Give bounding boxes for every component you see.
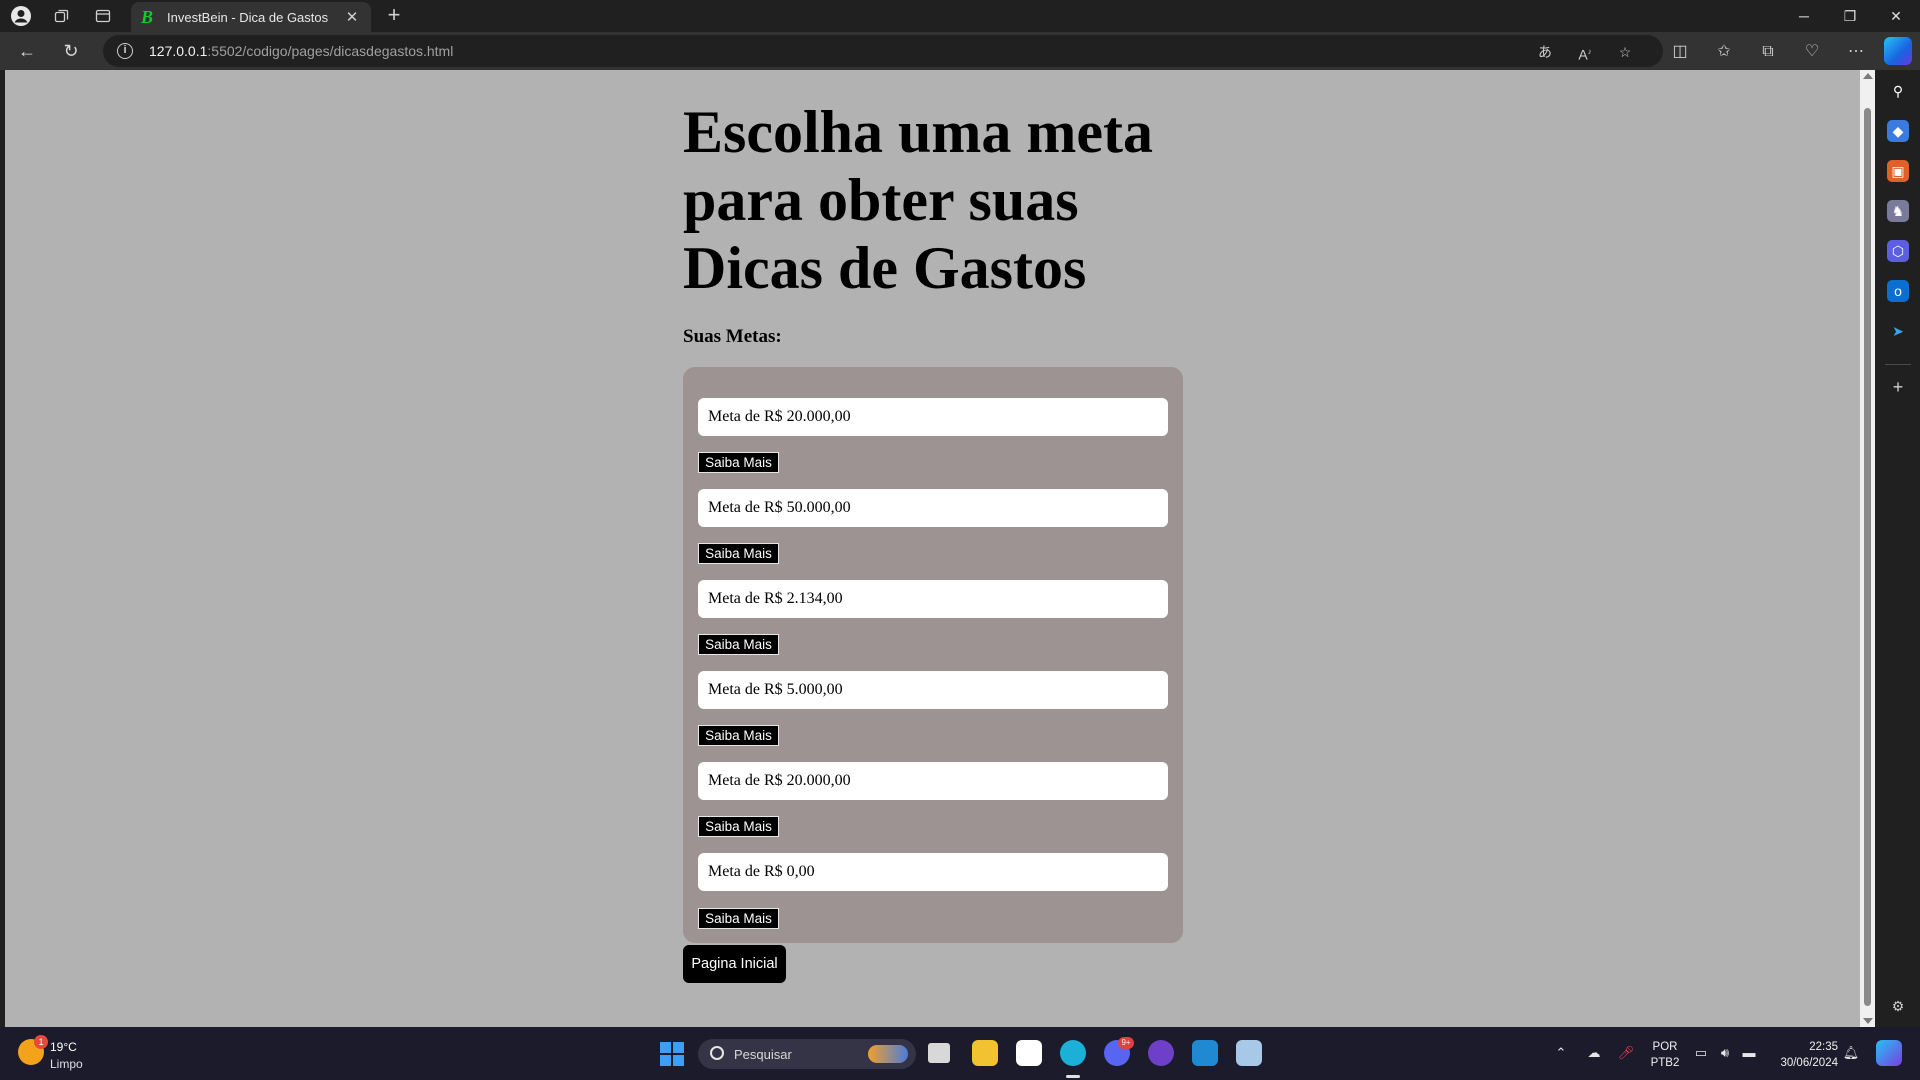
- search-icon: [710, 1046, 724, 1060]
- saiba-mais-button[interactable]: Saiba Mais: [698, 634, 779, 655]
- saiba-mais-button[interactable]: Saiba Mais: [698, 543, 779, 564]
- minimize-button[interactable]: ─: [1781, 0, 1827, 32]
- translate-icon[interactable]: あ: [1535, 42, 1555, 62]
- page-viewport: Escolha uma meta para obter suas Dicas d…: [5, 70, 1860, 1027]
- windows-taskbar: 1 19°C Limpo Pesquisar 9+ ⌃ ☁ 🎤︎ POR PTB…: [0, 1027, 1920, 1080]
- tab-title: InvestBein - Dica de Gastos: [167, 9, 329, 25]
- copilot-taskbar-icon[interactable]: [1876, 1040, 1902, 1066]
- goal-item: Meta de R$ 50.000,00: [698, 489, 1168, 527]
- games-icon[interactable]: ♞: [1887, 200, 1909, 222]
- shopping-tag-icon[interactable]: ◆: [1887, 120, 1909, 142]
- copilot-sidebar-icon[interactable]: ⬡: [1887, 240, 1909, 262]
- settings-more-icon[interactable]: ⋯: [1844, 41, 1868, 63]
- scroll-down-arrow-icon[interactable]: [1863, 1018, 1873, 1024]
- tab-actions-icon[interactable]: [91, 4, 115, 28]
- back-button[interactable]: ←: [14, 38, 40, 64]
- url-path: :5502/codigo/pages/dicasdegastos.html: [207, 43, 454, 59]
- workspaces-icon[interactable]: [50, 4, 74, 28]
- investbein-favicon-icon: B: [141, 7, 154, 27]
- github-icon[interactable]: [1148, 1040, 1174, 1066]
- page-title: Escolha uma meta para obter suas Dicas d…: [683, 99, 1153, 301]
- volume-icon[interactable]: 🔊︎: [1716, 1044, 1734, 1062]
- discord-badge: 9+: [1118, 1037, 1134, 1049]
- notepad-icon[interactable]: [1236, 1040, 1262, 1066]
- url-text: 127.0.0.1:5502/codigo/pages/dicasdegasto…: [149, 43, 453, 59]
- battery-icon[interactable]: ▬: [1740, 1044, 1758, 1062]
- url-host: 127.0.0.1: [149, 43, 208, 59]
- onedrive-off-icon[interactable]: ☁: [1585, 1044, 1603, 1062]
- edge-browser-icon[interactable]: [1060, 1040, 1086, 1066]
- language-code[interactable]: POR: [1650, 1041, 1680, 1053]
- taskbar-search[interactable]: Pesquisar: [698, 1039, 916, 1069]
- saiba-mais-button[interactable]: Saiba Mais: [698, 452, 779, 473]
- goals-panel: Meta de R$ 20.000,00 Saiba Mais Meta de …: [683, 367, 1183, 943]
- browser-toolbar: ← ↻ i 127.0.0.1:5502/codigo/pages/dicasd…: [0, 32, 1920, 70]
- close-window-button[interactable]: ✕: [1873, 0, 1919, 32]
- read-aloud-icon[interactable]: A♪: [1575, 42, 1595, 63]
- taskbar-search-placeholder: Pesquisar: [734, 1047, 792, 1062]
- search-highlight-icon: [868, 1045, 908, 1063]
- goal-item: Meta de R$ 5.000,00: [698, 671, 1168, 709]
- browser-essentials-icon[interactable]: ♡: [1800, 41, 1824, 63]
- windows-start-icon[interactable]: [660, 1042, 684, 1066]
- goal-item: Meta de R$ 20.000,00: [698, 762, 1168, 800]
- saiba-mais-button[interactable]: Saiba Mais: [698, 816, 779, 837]
- network-icon[interactable]: ▭: [1692, 1044, 1710, 1062]
- refresh-button[interactable]: ↻: [58, 38, 84, 64]
- outlook-icon[interactable]: o: [1887, 280, 1909, 302]
- add-sidebar-app-icon[interactable]: +: [1887, 376, 1909, 398]
- tray-overflow-chevron-icon[interactable]: ⌃: [1552, 1044, 1570, 1062]
- home-page-button[interactable]: Pagina Inicial: [683, 945, 786, 983]
- edge-sidebar: ⚲ ◆ ▣ ♞ ⬡ o ➤ + ⚙: [1875, 70, 1920, 1027]
- restore-button[interactable]: ❐: [1827, 0, 1873, 32]
- scroll-up-arrow-icon[interactable]: [1863, 73, 1873, 79]
- sidebar-divider: [1885, 364, 1911, 365]
- weather-temperature[interactable]: 19°C: [50, 1040, 77, 1054]
- notifications-bell-icon[interactable]: 🔔︎: [1842, 1044, 1860, 1062]
- sidebar-search-icon[interactable]: ⚲: [1887, 80, 1909, 102]
- favorites-icon[interactable]: ✩: [1712, 41, 1736, 63]
- clock-time[interactable]: 22:35: [1774, 1041, 1838, 1053]
- saiba-mais-button[interactable]: Saiba Mais: [698, 725, 779, 746]
- saiba-mais-button[interactable]: Saiba Mais: [698, 908, 779, 929]
- page-scrollbar[interactable]: [1860, 70, 1875, 1027]
- vscode-icon[interactable]: [1192, 1040, 1218, 1066]
- browser-titlebar: B InvestBein - Dica de Gastos ✕ + ─ ❐ ✕: [0, 0, 1920, 32]
- address-bar[interactable]: i 127.0.0.1:5502/codigo/pages/dicasdegas…: [103, 35, 1663, 67]
- sidebar-settings-icon[interactable]: ⚙: [1887, 995, 1909, 1017]
- tools-briefcase-icon[interactable]: ▣: [1887, 160, 1909, 182]
- new-tab-button[interactable]: +: [382, 4, 406, 28]
- goal-item: Meta de R$ 0,00: [698, 853, 1168, 891]
- browser-tab-active[interactable]: B InvestBein - Dica de Gastos ✕: [131, 2, 371, 32]
- microphone-icon[interactable]: 🎤︎: [1617, 1044, 1635, 1062]
- copilot-icon[interactable]: [1884, 37, 1912, 65]
- goal-item: Meta de R$ 2.134,00: [698, 580, 1168, 618]
- keyboard-layout[interactable]: PTB2: [1648, 1057, 1682, 1069]
- active-app-indicator: [1066, 1075, 1080, 1078]
- weather-badge: 1: [34, 1035, 48, 1049]
- goal-item: Meta de R$ 20.000,00: [698, 398, 1168, 436]
- profile-icon[interactable]: [9, 4, 33, 28]
- telegram-icon[interactable]: ➤: [1887, 320, 1909, 342]
- goals-section-label: Suas Metas:: [683, 326, 782, 347]
- clock-date[interactable]: 30/06/2024: [1774, 1057, 1838, 1069]
- favorite-star-icon[interactable]: ☆: [1615, 42, 1635, 62]
- split-screen-icon[interactable]: ◫: [1668, 41, 1692, 63]
- weather-description[interactable]: Limpo: [50, 1057, 83, 1071]
- scrollbar-thumb[interactable]: [1864, 108, 1871, 1006]
- collections-icon[interactable]: ⧉: [1756, 41, 1780, 63]
- task-view-icon[interactable]: [928, 1043, 950, 1063]
- file-explorer-icon[interactable]: [972, 1040, 998, 1066]
- site-info-icon[interactable]: i: [117, 43, 133, 59]
- tab-close-icon[interactable]: ✕: [343, 8, 361, 26]
- microsoft-store-icon[interactable]: [1016, 1040, 1042, 1066]
